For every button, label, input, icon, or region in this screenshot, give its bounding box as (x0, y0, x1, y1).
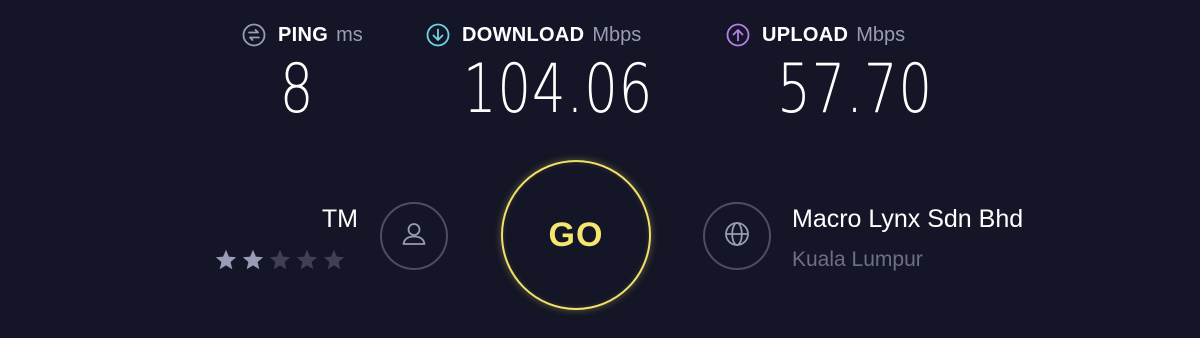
star-filled-icon[interactable] (214, 248, 238, 272)
download-metric: DOWNLOAD Mbps 104.06 (426, 22, 686, 132)
isp-rating[interactable] (214, 248, 346, 272)
download-header: DOWNLOAD Mbps (426, 22, 686, 48)
upload-arrow-icon (726, 23, 750, 47)
download-label: DOWNLOAD (462, 23, 585, 46)
go-label: GO (548, 215, 604, 254)
server-button[interactable] (703, 202, 771, 270)
server-name[interactable]: Macro Lynx Sdn Bhd (792, 205, 1023, 234)
upload-unit: Mbps (856, 23, 906, 46)
ping-label: PING (278, 23, 329, 46)
ping-metric: PING ms 8 (242, 22, 392, 132)
ping-value: 8 (279, 50, 315, 129)
ping-header: PING ms (242, 22, 392, 48)
go-button[interactable]: GO (501, 160, 651, 310)
download-value: 104.06 (462, 50, 654, 129)
upload-value: 57.70 (777, 50, 933, 129)
globe-icon (721, 218, 753, 255)
star-empty-icon[interactable] (322, 248, 346, 272)
download-unit: Mbps (592, 23, 642, 46)
isp-name: TM (321, 205, 358, 233)
star-empty-icon[interactable] (268, 248, 292, 272)
server-location: Kuala Lumpur (792, 248, 923, 271)
ping-unit: ms (336, 23, 363, 46)
isp-button[interactable] (380, 202, 448, 270)
star-empty-icon[interactable] (295, 248, 319, 272)
star-filled-icon[interactable] (241, 248, 265, 272)
upload-metric: UPLOAD Mbps 57.70 (726, 22, 936, 132)
download-arrow-icon (426, 23, 450, 47)
user-icon (398, 218, 430, 255)
ping-icon (242, 23, 266, 47)
upload-label: UPLOAD (762, 23, 849, 46)
upload-header: UPLOAD Mbps (726, 22, 936, 48)
